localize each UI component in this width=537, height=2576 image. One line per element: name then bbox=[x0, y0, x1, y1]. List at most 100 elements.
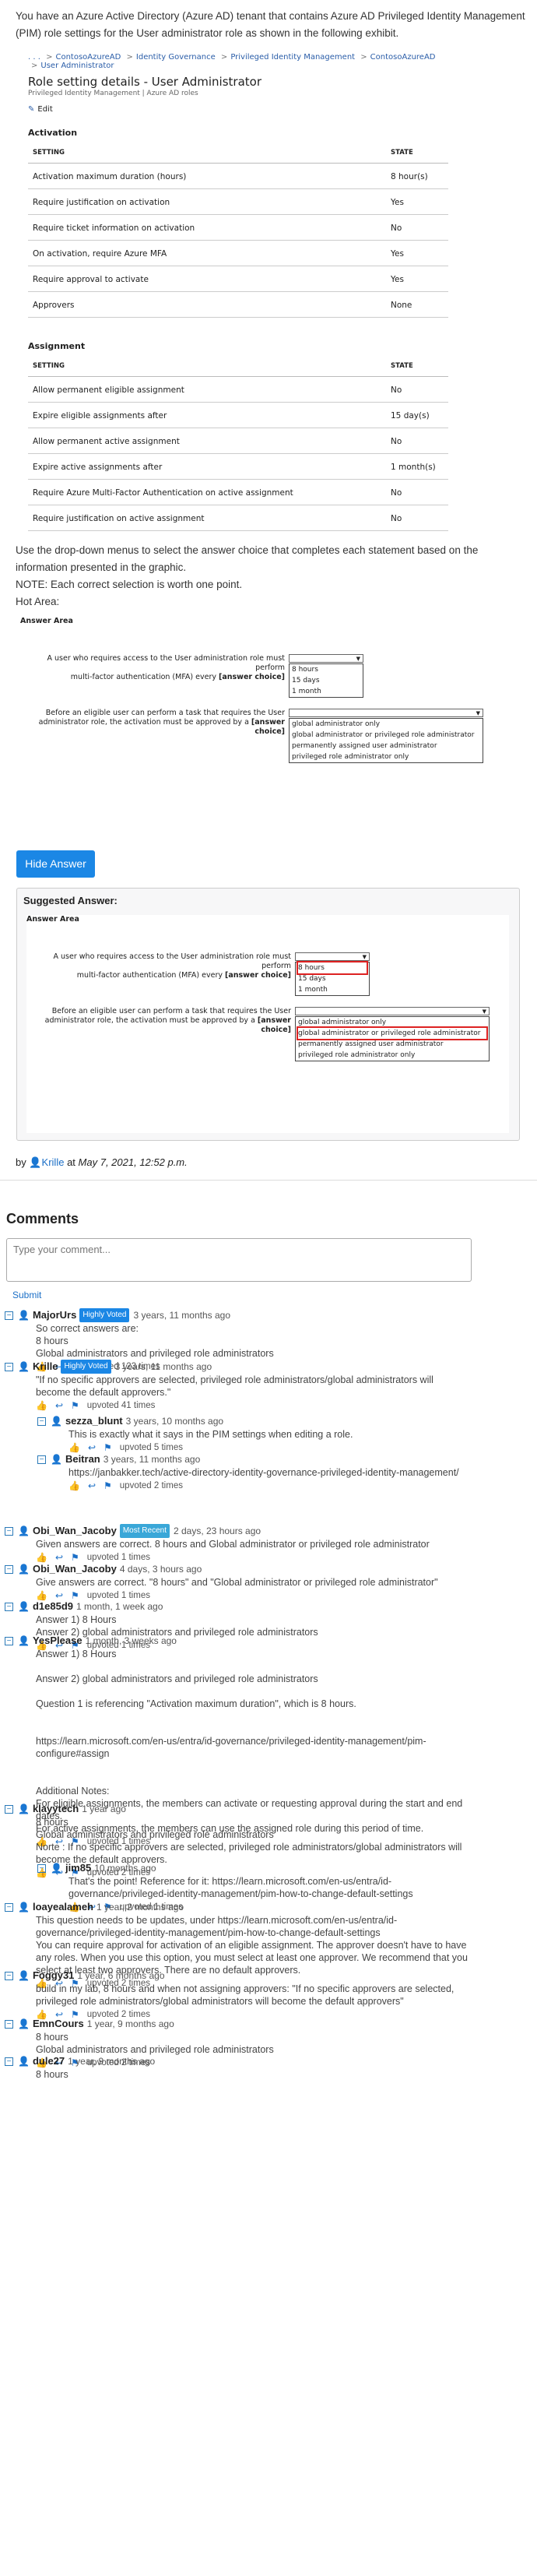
dropdown-option[interactable]: global administrator only bbox=[298, 1017, 486, 1028]
comment-actions: 👍 ↩ ⚑ upvoted 2 times bbox=[37, 1479, 528, 1493]
comment-header: − 👤 sezza_blunt 3 years, 10 months ago bbox=[37, 1414, 528, 1428]
dropdown-option[interactable]: 1 month bbox=[298, 984, 367, 995]
collapse-icon[interactable]: − bbox=[5, 1636, 13, 1645]
comment-author[interactable]: EmnCours bbox=[33, 2018, 84, 2030]
exhibit: . . . > ContosoAzureAD > Identity Governan… bbox=[22, 50, 465, 531]
author-link[interactable]: Krille bbox=[42, 1156, 65, 1168]
dropdown-option[interactable]: global administrator or privileged role … bbox=[292, 730, 480, 741]
flag-icon[interactable]: ⚑ bbox=[104, 1480, 112, 1492]
vote-badge: Most Recent bbox=[119, 1524, 170, 1538]
comment-author[interactable]: YesPlease bbox=[33, 1635, 82, 1647]
collapse-icon[interactable]: − bbox=[5, 1602, 13, 1611]
comment-line: https://janbakker.tech/active-directory-… bbox=[68, 1467, 459, 1478]
setting-name: Expire eligible assignments after bbox=[28, 402, 386, 428]
upvote-icon[interactable]: 👍 bbox=[36, 1399, 47, 1412]
edit-button: ✎ Edit bbox=[28, 105, 53, 114]
byline: by 👤Krille at May 7, 2021, 12:52 p.m. bbox=[16, 1156, 188, 1168]
comment-author[interactable]: dule27 bbox=[33, 2055, 65, 2067]
submit-button[interactable]: Submit bbox=[12, 1290, 41, 1300]
answer-area: Answer Area A user who requires access to… bbox=[20, 617, 495, 796]
answer-dropdown-2[interactable]: ▼ bbox=[295, 1007, 490, 1015]
comment-author[interactable]: jim85 bbox=[65, 1862, 91, 1874]
dropdown-option[interactable]: 15 days bbox=[292, 675, 360, 686]
comment-line: "If no specific approvers are selected, … bbox=[36, 1374, 433, 1385]
user-icon: 👤 bbox=[18, 1970, 30, 1981]
comment-line: So correct answers are: bbox=[36, 1323, 139, 1334]
setting-name: Expire active assignments after bbox=[28, 453, 386, 480]
comment-author[interactable]: loayealameh bbox=[33, 1901, 93, 1913]
dropdown-option[interactable]: privileged role administrator only bbox=[292, 751, 480, 762]
setting-row: Expire eligible assignments after 15 day(… bbox=[28, 402, 448, 428]
dropdown-option[interactable]: permanently assigned user administrator bbox=[298, 1039, 486, 1050]
comment-input[interactable]: Type your comment... bbox=[6, 1238, 472, 1282]
collapse-icon[interactable]: − bbox=[5, 1311, 13, 1320]
dropdown-option[interactable]: permanently assigned user administrator bbox=[292, 741, 480, 751]
comment-time: 1 month, 1 week ago bbox=[76, 1601, 163, 1612]
comment-time: 1 month, 3 weeks ago bbox=[85, 1635, 177, 1646]
statement-2: Before an eligible user can perform a ta… bbox=[38, 709, 285, 736]
comment-line: Answer 2) global administrators and priv… bbox=[36, 1673, 318, 1684]
setting-row: Allow permanent eligible assignment No bbox=[28, 376, 448, 403]
comment-author[interactable]: MajorUrs bbox=[33, 1309, 76, 1321]
user-icon: 👤 bbox=[18, 1601, 30, 1612]
comment-line: governance/privileged-identity-managemen… bbox=[68, 1888, 413, 1899]
dropdown-option[interactable]: 8 hours bbox=[292, 664, 360, 675]
setting-name: On activation, require Azure MFA bbox=[28, 240, 386, 266]
comment-header: − 👤 Krille Highly Voted 3 years, 11 months a… bbox=[5, 1360, 534, 1374]
comment-author[interactable]: Obi_Wan_Jacoby bbox=[33, 1563, 117, 1575]
comment-header: − 👤 klayytech 1 year ago bbox=[5, 1802, 534, 1816]
hide-answer-button[interactable]: Hide Answer bbox=[16, 850, 95, 878]
collapse-icon[interactable]: − bbox=[5, 1971, 13, 1980]
collapse-icon[interactable]: − bbox=[37, 1455, 46, 1464]
comment-line: 8 hours bbox=[36, 1336, 68, 1346]
user-icon: 👤 bbox=[18, 2056, 30, 2067]
collapse-icon[interactable]: − bbox=[5, 1526, 13, 1536]
statement-1: A user who requires access to the User a… bbox=[47, 654, 285, 681]
dropdown-option[interactable]: 1 month bbox=[292, 686, 360, 697]
dropdown-option[interactable]: 15 days bbox=[298, 973, 367, 984]
setting-name: Allow permanent active assignment bbox=[28, 428, 386, 454]
upvote-icon[interactable]: 👍 bbox=[68, 1480, 80, 1492]
comment-line: build in my lab, 8 hours and when not as… bbox=[36, 1983, 455, 1994]
setting-state: None bbox=[386, 291, 448, 318]
comment-author[interactable]: klayytech bbox=[33, 1803, 79, 1815]
setting-row: On activation, require Azure MFA Yes bbox=[28, 240, 448, 266]
answer-dropdown-2[interactable]: ▼ bbox=[289, 709, 483, 717]
answer-dropdown-1[interactable]: ▼ bbox=[295, 952, 370, 961]
page-subtitle: Privileged Identity Management | Azure A… bbox=[28, 90, 198, 97]
collapse-icon[interactable]: − bbox=[5, 2057, 13, 2066]
collapse-icon[interactable]: − bbox=[5, 1902, 13, 1912]
divider bbox=[0, 1180, 537, 1181]
comment-line: Answer 1) 8 Hours bbox=[36, 1649, 117, 1659]
answer-options-2: global administrator only global administ… bbox=[295, 1016, 490, 1061]
setting-row: Allow permanent active assignment No bbox=[28, 428, 448, 454]
comment-line: That's the point! Reference for it: http… bbox=[68, 1876, 392, 1887]
comment-author[interactable]: Krille bbox=[33, 1360, 58, 1373]
comment-author[interactable]: Foggy31 bbox=[33, 1969, 74, 1982]
comment-author[interactable]: Beitran bbox=[65, 1453, 100, 1466]
comment-line: 8 hours bbox=[36, 2032, 68, 2043]
dropdown-option[interactable]: global administrator only bbox=[292, 719, 480, 730]
collapse-icon[interactable]: − bbox=[5, 1564, 13, 1574]
reply-icon[interactable]: ↩ bbox=[88, 1480, 96, 1492]
comment-line: This question needs to be updates, under… bbox=[36, 1915, 398, 1926]
comment-author[interactable]: Obi_Wan_Jacoby bbox=[33, 1525, 117, 1537]
collapse-icon[interactable]: − bbox=[5, 2019, 13, 2029]
collapse-icon[interactable]: − bbox=[5, 1362, 13, 1371]
comment-line: Give answers are correct. "8 hours" and … bbox=[36, 1577, 438, 1588]
dropdown-option[interactable]: privileged role administrator only bbox=[298, 1050, 486, 1061]
dropdown-option[interactable]: global administrator or privileged role … bbox=[297, 1026, 488, 1040]
answer-dropdown-1[interactable]: ▼ bbox=[289, 654, 363, 663]
flag-icon[interactable]: ⚑ bbox=[71, 1399, 79, 1412]
comment-time: 1 year, 2 months ago bbox=[97, 1902, 184, 1913]
comment-line: 8 hours bbox=[36, 1817, 68, 1828]
comment-line bbox=[5, 1685, 534, 1698]
collapse-icon[interactable]: − bbox=[37, 1416, 46, 1426]
comment-time: 10 months ago bbox=[94, 1863, 156, 1874]
comment-author[interactable]: d1e85d9 bbox=[33, 1600, 73, 1613]
reply-icon[interactable]: ↩ bbox=[55, 1399, 63, 1412]
collapse-icon[interactable]: − bbox=[5, 1804, 13, 1814]
comment-author[interactable]: sezza_blunt bbox=[65, 1415, 123, 1427]
collapse-icon[interactable]: − bbox=[37, 1863, 46, 1873]
dropdown-option[interactable]: 8 hours bbox=[297, 961, 368, 975]
